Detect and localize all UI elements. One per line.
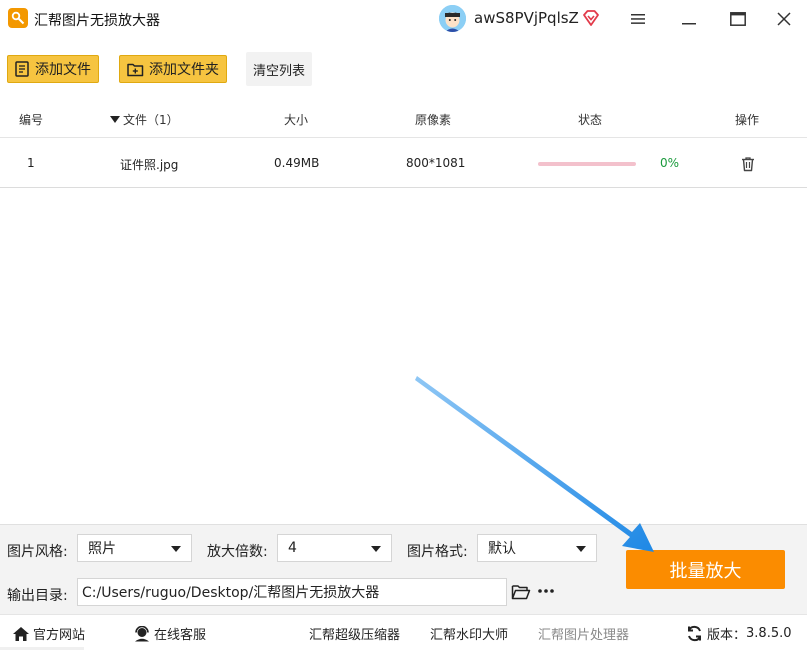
- column-header-size: 大小: [284, 113, 309, 127]
- column-header-status: 状态: [578, 113, 603, 127]
- more-options-button[interactable]: [536, 581, 556, 601]
- version-number: 3.8.5.0: [746, 626, 792, 641]
- official-website-label: 官方网站: [33, 628, 86, 643]
- sort-down-icon: [110, 115, 120, 123]
- row-progress-bar: [538, 162, 636, 166]
- column-header-index: 编号: [19, 113, 44, 127]
- style-label: 图片风格:: [7, 544, 68, 560]
- file-list-empty-area: [0, 189, 807, 523]
- scale-label: 放大倍数:: [207, 544, 268, 560]
- add-file-icon: [15, 61, 29, 77]
- row-index: 1: [27, 156, 35, 170]
- chevron-down-icon: [171, 546, 181, 552]
- version-info[interactable]: 版本： 3.8.5.0: [686, 624, 792, 643]
- chevron-down-icon: [371, 546, 381, 552]
- online-support-link[interactable]: 在线客服: [133, 624, 206, 643]
- add-folder-icon: [127, 63, 144, 76]
- username[interactable]: awS8PVjPqlsZ: [474, 9, 579, 27]
- format-label: 图片格式:: [407, 544, 468, 560]
- table-row[interactable]: 1 证件照.jpg 0.49MB 800*1081 0%: [0, 139, 807, 188]
- more-dots-icon: [538, 589, 554, 593]
- format-select[interactable]: 默认: [477, 534, 597, 562]
- official-website-link[interactable]: 官方网站: [12, 624, 85, 643]
- folder-open-icon[interactable]: [511, 583, 531, 601]
- version-label: 版本：: [707, 628, 747, 643]
- add-file-label: 添加文件: [35, 62, 91, 78]
- row-progress-percent: 0%: [660, 156, 680, 170]
- batch-upscale-button[interactable]: 批量放大: [626, 550, 785, 589]
- row-pixels: 800*1081: [406, 156, 466, 170]
- style-select-value: 照片: [88, 541, 116, 557]
- scale-select[interactable]: 4: [277, 534, 392, 562]
- clear-list-button[interactable]: 清空列表: [246, 52, 312, 86]
- format-select-value: 默认: [488, 541, 516, 557]
- vip-diamond-icon[interactable]: [581, 8, 601, 28]
- output-label: 输出目录:: [7, 588, 68, 604]
- scale-select-value: 4: [288, 540, 297, 556]
- row-file-size: 0.49MB: [274, 156, 320, 170]
- settings-panel: 图片风格: 照片 放大倍数: 4 图片格式: 默认 输出目录: 批量放大: [0, 524, 807, 614]
- chevron-down-icon: [576, 546, 586, 552]
- app-logo-icon: [8, 8, 28, 28]
- row-file-name: 证件照.jpg: [120, 158, 179, 172]
- add-folder-label: 添加文件夹: [149, 62, 219, 78]
- table-header: 编号 文件（1） 大小 原像素 状态 操作: [0, 100, 807, 138]
- title-bar: 汇帮图片无损放大器 awS8PVjPqlsZ: [0, 0, 807, 38]
- maximize-icon[interactable]: [724, 6, 752, 32]
- footer-bar: 官方网站 在线客服 汇帮超级压缩器 汇帮水印大师 汇帮图片处理器 版本： 3.8…: [0, 614, 807, 650]
- column-header-action: 操作: [735, 113, 760, 127]
- image-processor-link[interactable]: 汇帮图片处理器: [538, 624, 629, 643]
- output-path-input[interactable]: [77, 578, 507, 606]
- app-title: 汇帮图片无损放大器: [34, 13, 160, 29]
- column-header-file-label: 文件（1）: [123, 113, 179, 127]
- refresh-icon: [688, 625, 701, 642]
- watermark-master-link[interactable]: 汇帮水印大师: [430, 624, 508, 643]
- menu-icon[interactable]: [624, 6, 652, 32]
- minimize-icon[interactable]: [675, 6, 703, 32]
- add-file-button[interactable]: 添加文件: [7, 55, 99, 83]
- style-select[interactable]: 照片: [77, 534, 192, 562]
- add-folder-button[interactable]: 添加文件夹: [119, 55, 227, 83]
- delete-icon[interactable]: [740, 156, 756, 172]
- toolbar: 添加文件 添加文件夹 清空列表: [0, 40, 807, 96]
- column-header-pixels: 原像素: [415, 113, 452, 127]
- headset-icon: [135, 625, 149, 641]
- user-avatar[interactable]: [439, 5, 466, 32]
- close-icon[interactable]: [770, 6, 798, 32]
- column-header-file[interactable]: 文件（1）: [110, 111, 179, 128]
- online-support-label: 在线客服: [154, 628, 207, 643]
- home-icon: [13, 626, 29, 641]
- super-compressor-link[interactable]: 汇帮超级压缩器: [309, 624, 400, 643]
